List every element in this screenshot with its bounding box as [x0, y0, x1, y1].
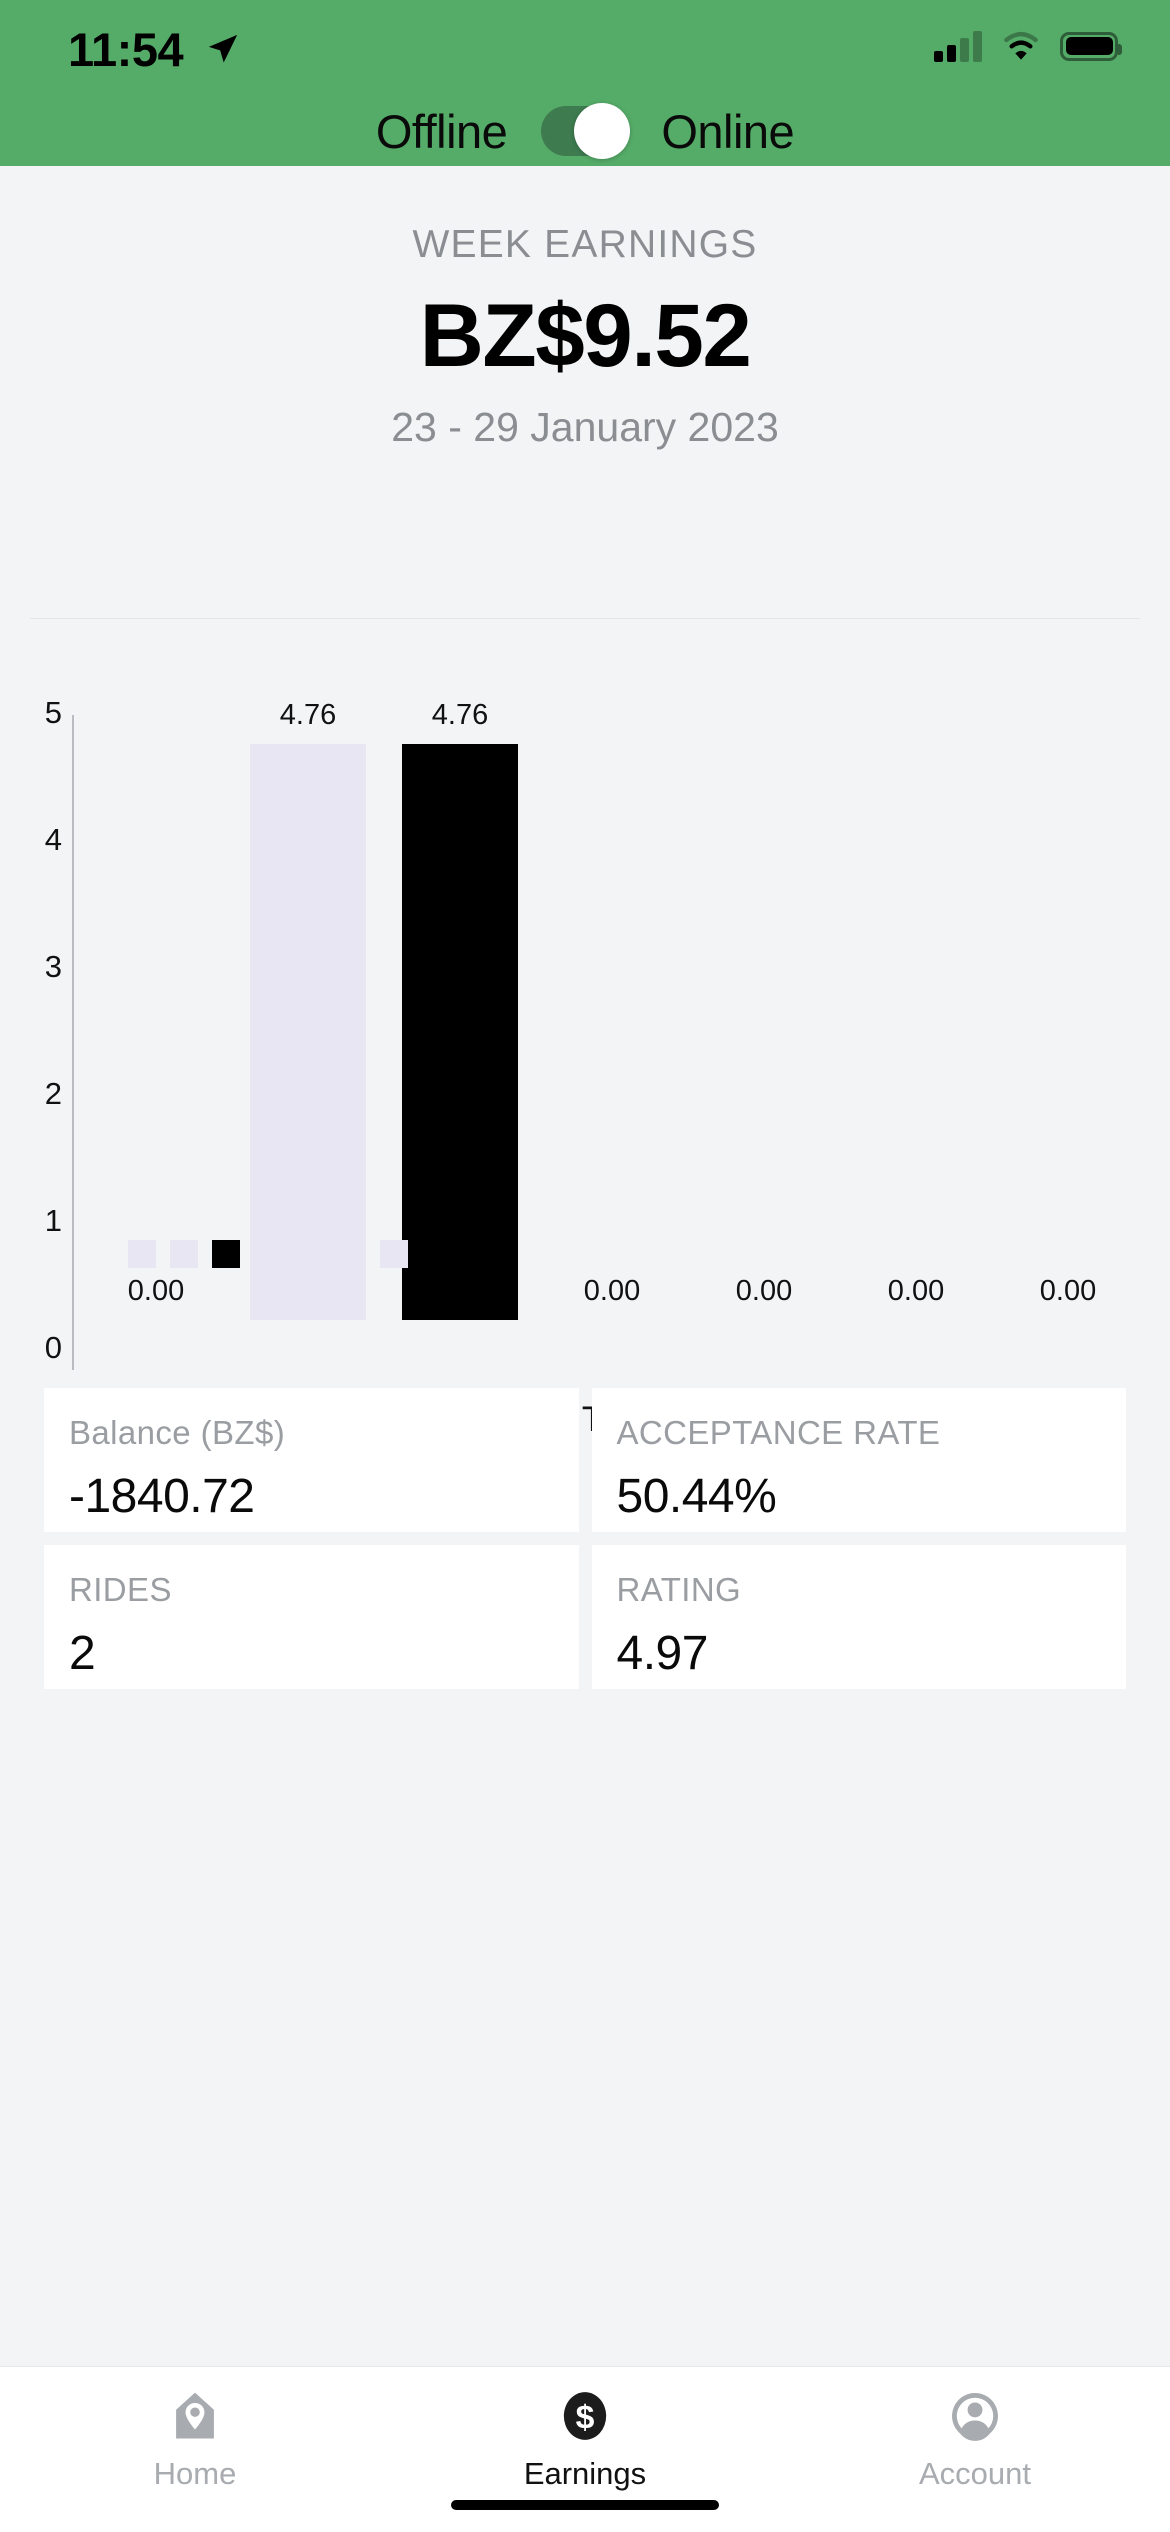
pagination-dot[interactable] [212, 1240, 240, 1268]
status-bar-time: 11:54 [68, 23, 184, 76]
week-pagination-dots[interactable] [128, 1240, 408, 1268]
wifi-icon [1004, 32, 1038, 60]
chart-y-tick: 3 [44, 949, 62, 984]
chart-y-tick: 1 [44, 1203, 62, 1238]
status-bar: 11:54 [0, 0, 1170, 96]
tab-home[interactable]: Home [0, 2389, 390, 2492]
week-earnings-date-range: 23 - 29 January 2023 [391, 404, 779, 451]
stat-card: RATING 4.97 [591, 1545, 1126, 1689]
chart-bar[interactable] [402, 744, 518, 1320]
stats-card-grid: Balance (BZ$) -1840.72 ACCEPTANCE RATE 50.4… [44, 1388, 1126, 1689]
toggle-online-label: Online [661, 104, 795, 158]
dollar-coin-icon: $ [563, 2392, 607, 2440]
toggle-knob [574, 103, 631, 159]
stat-card-value: 4.97 [616, 1627, 709, 1680]
home-indicator [451, 2500, 719, 2510]
chart-bar-column[interactable]: 0.00 [538, 660, 686, 1360]
online-toggle-switch[interactable] [541, 103, 631, 159]
toggle-offline-label: Offline [375, 104, 508, 158]
status-bar-indicators [934, 30, 1122, 62]
chart-bar-value-label: 4.76 [431, 699, 489, 732]
bottom-tab-bar[interactable]: Home $ Earnings Account [0, 2366, 1170, 2532]
stat-card: Balance (BZ$) -1840.72 [44, 1388, 579, 1532]
week-earnings-amount: BZ$9.52 [419, 285, 752, 385]
chart-bar-value-label: 0.00 [735, 1275, 793, 1307]
chart-bar-column[interactable]: 0.00 [994, 660, 1142, 1360]
pagination-dot[interactable] [380, 1240, 408, 1268]
stat-card-label: RATING [616, 1571, 742, 1608]
svg-text:$: $ [576, 2399, 595, 2437]
chart-bar-value-label: 4.76 [279, 699, 337, 732]
stat-card-label: ACCEPTANCE RATE [616, 1414, 941, 1451]
chart-bar-column[interactable]: 4.76 [386, 660, 534, 1360]
chart-y-tick: 0 [44, 1330, 62, 1365]
person-avatar-icon [952, 2393, 998, 2441]
week-earnings-title: WEEK EARNINGS [412, 223, 758, 266]
chart-y-tick: 4 [44, 822, 62, 857]
week-earnings-summary: WEEK EARNINGS BZ$9.52 23 - 29 January 20… [0, 166, 1170, 451]
chart-bar-column[interactable]: 0.00 [842, 660, 990, 1360]
tab-home-label: Home [153, 2456, 237, 2491]
stat-card-value: 2 [69, 1627, 96, 1680]
app-header: 11:54 Offline Online [0, 0, 1170, 166]
pagination-dot[interactable] [128, 1240, 156, 1268]
pagination-dot[interactable] [170, 1240, 198, 1268]
tab-earnings-label: Earnings [523, 2456, 647, 2491]
chart-y-tick: 5 [44, 695, 62, 730]
location-arrow-icon [208, 34, 238, 63]
stat-card-value: 50.44% [616, 1470, 777, 1523]
stat-card-value: -1840.72 [69, 1470, 255, 1523]
chart-bar[interactable] [250, 744, 366, 1320]
tab-earnings[interactable]: $ Earnings [390, 2389, 780, 2492]
stat-card-label: Balance (BZ$) [69, 1414, 286, 1451]
chart-y-axis-line [72, 715, 74, 1370]
cellular-signal-icon [934, 30, 982, 62]
pagination-dot[interactable] [338, 1240, 366, 1268]
home-pin-icon [176, 2392, 214, 2439]
online-status-toggle-row[interactable]: Offline Online [0, 96, 1170, 166]
tab-account-label: Account [918, 2456, 1031, 2491]
chart-bar-value-label: 0.00 [1039, 1275, 1097, 1307]
chart-y-tick: 2 [44, 1076, 62, 1111]
battery-icon [1060, 31, 1122, 61]
stat-card: ACCEPTANCE RATE 50.44% [591, 1388, 1126, 1532]
pagination-dot[interactable] [254, 1240, 282, 1268]
tab-account[interactable]: Account [780, 2389, 1170, 2492]
chart-bar-value-label: 0.00 [887, 1275, 945, 1307]
pagination-dot[interactable] [296, 1240, 324, 1268]
stat-card: RIDES 2 [44, 1545, 579, 1689]
chart-bar-value-label: 0.00 [583, 1275, 641, 1307]
stat-card-label: RIDES [69, 1571, 172, 1608]
section-divider [30, 618, 1140, 619]
chart-bar-value-label: 0.00 [127, 1275, 185, 1307]
chart-bar-column[interactable]: 0.00 [690, 660, 838, 1360]
weekly-earnings-bar-chart[interactable]: 543210 0.004.764.760.000.000.000.00 MonT… [0, 660, 1170, 1439]
